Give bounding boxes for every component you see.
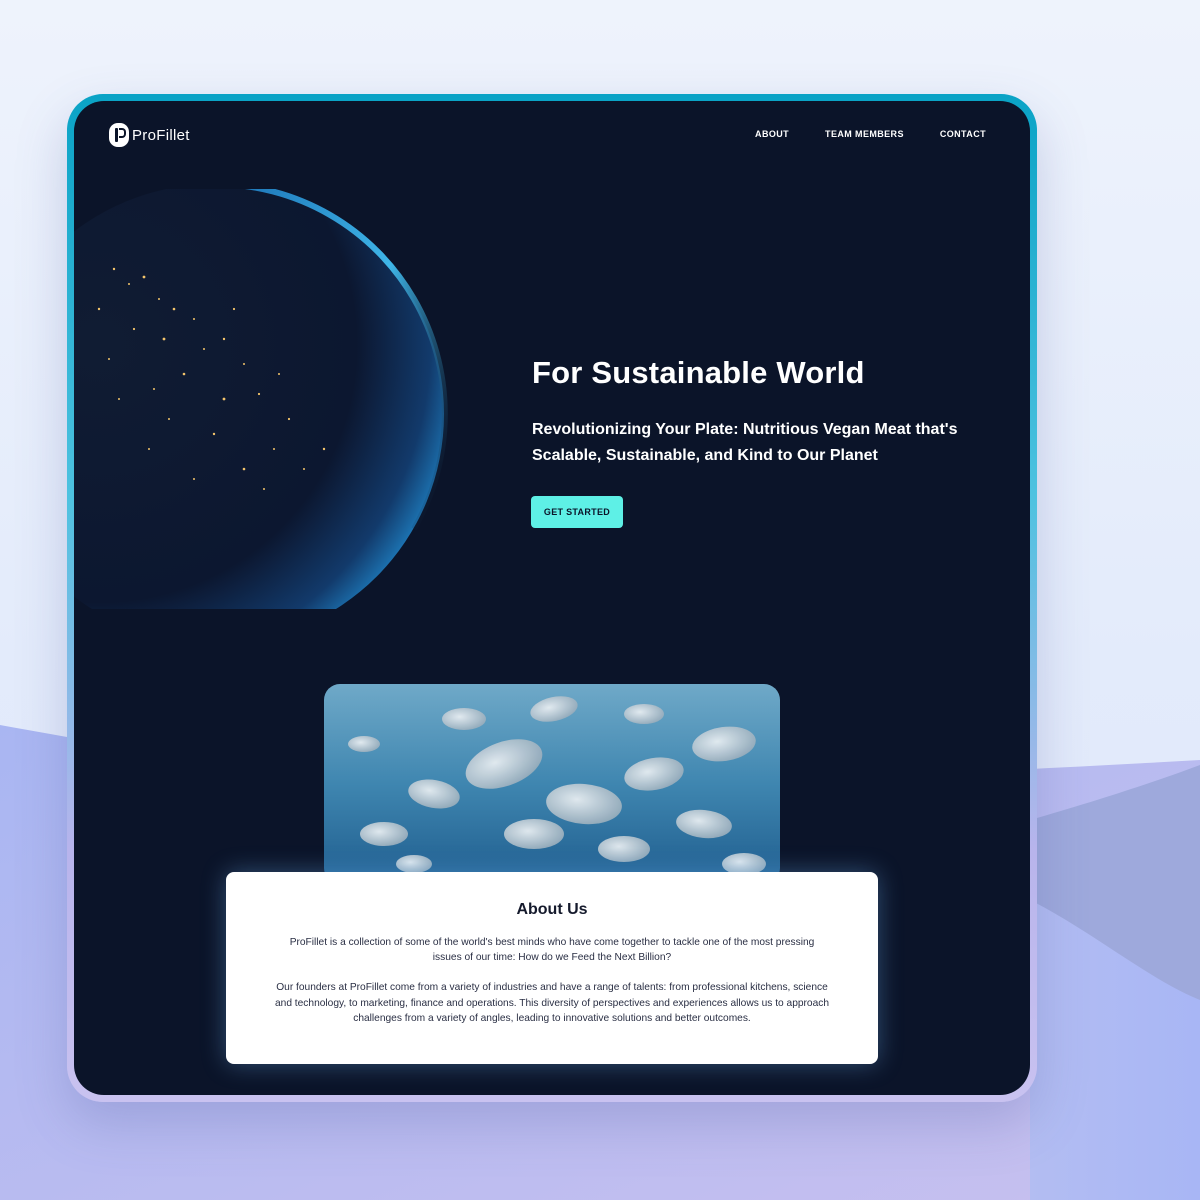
about-section: About Us ProFillet is a collection of so… [226, 872, 878, 1064]
nav-contact[interactable]: CONTACT [940, 129, 986, 139]
brand-logo[interactable]: ProFillet [109, 123, 190, 147]
hero-title: For Sustainable World [532, 355, 865, 390]
about-paragraph: Our founders at ProFillet come from a va… [274, 982, 830, 1024]
website-screen: ProFillet ABOUT TEAM MEMBERS CONTACT For… [74, 101, 1030, 1095]
hero-subtitle: Revolutionizing Your Plate: Nutritious V… [532, 421, 958, 464]
nav-team-members[interactable]: TEAM MEMBERS [825, 129, 904, 139]
nav-about[interactable]: ABOUT [755, 129, 789, 139]
get-started-button[interactable]: GET STARTED [531, 496, 623, 528]
about-heading: About Us [516, 901, 588, 918]
brand-name: ProFillet [132, 126, 190, 144]
main-nav: ABOUT TEAM MEMBERS CONTACT [755, 129, 986, 139]
earth-image [74, 189, 448, 609]
logo-icon [109, 123, 129, 147]
fish-school-image [324, 684, 780, 884]
about-paragraph: ProFillet is a collection of some of the… [289, 937, 815, 964]
